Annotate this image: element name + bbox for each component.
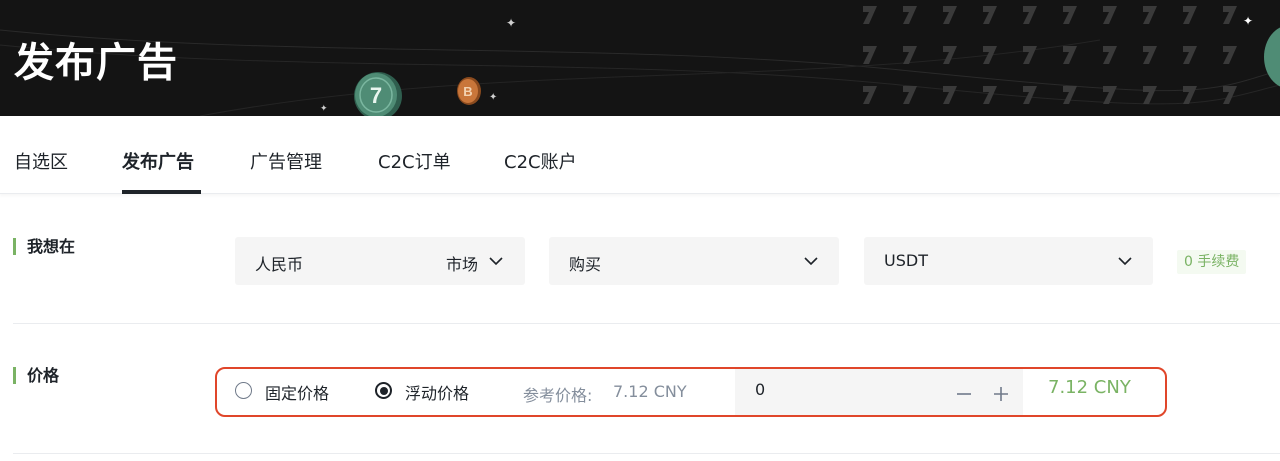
section-divider (13, 323, 1280, 324)
sparkle-icon: ✦ (1243, 14, 1254, 28)
fixed-price-label[interactable]: 固定价格 (265, 380, 329, 404)
tab-watchlist[interactable]: 自选区 (14, 148, 68, 174)
tab-c2c-account[interactable]: C2C账户 (504, 148, 577, 174)
decrement-button[interactable] (955, 384, 973, 402)
asset-value: USDT (884, 251, 928, 270)
trade-side-select[interactable]: 购买 (549, 237, 839, 285)
price-highlight-box (215, 367, 1167, 417)
chevron-down-icon (804, 257, 818, 266)
brand-pattern-decoration (863, 6, 1237, 104)
tab-ad-management[interactable]: 广告管理 (250, 148, 322, 174)
tab-c2c-orders[interactable]: C2C订单 (378, 148, 451, 174)
chevron-down-icon (1118, 257, 1132, 266)
chevron-down-icon (489, 257, 503, 266)
brand-coin-icon: 7 (354, 72, 402, 116)
calculated-price: 7.12 CNY (1048, 377, 1131, 398)
trade-side-value: 购买 (569, 255, 602, 274)
floating-rate-input[interactable] (755, 380, 935, 399)
fiat-currency-value: 人民币 (255, 255, 304, 274)
bitcoin-coin-icon: B (457, 77, 481, 105)
page-title: 发布广告 (14, 40, 178, 86)
want-section-label: 我想在 (13, 237, 75, 257)
section-divider (13, 453, 1280, 454)
fiat-market-select[interactable]: 人民币 市场 (235, 237, 525, 285)
tab-post-ad[interactable]: 发布广告 (122, 148, 194, 174)
sparkle-icon: ✦ (506, 16, 517, 30)
svg-text:7: 7 (370, 83, 382, 108)
floating-price-label[interactable]: 浮动价格 (405, 380, 469, 404)
svg-text:B: B (463, 84, 472, 99)
page-banner: 发布广告 7 B ✦ ✦ ✦ ✦ (0, 0, 1280, 116)
reference-price-label: 参考价格: (523, 386, 593, 405)
price-section-label: 价格 (13, 366, 59, 386)
brand-coin-edge-icon (1264, 27, 1280, 87)
sparkle-icon: ✦ (489, 92, 498, 103)
main-tab-bar: 自选区 发布广告 广告管理 C2C订单 C2C账户 (0, 116, 1280, 194)
reference-price-value: 7.12 CNY (613, 382, 687, 401)
sparkle-icon: ✦ (320, 104, 328, 114)
market-label: 市场 (446, 255, 479, 274)
zero-fee-badge: 0 手续费 (1177, 250, 1247, 274)
increment-button[interactable] (992, 384, 1010, 402)
active-tab-indicator (122, 190, 201, 194)
asset-select[interactable]: USDT (864, 237, 1153, 285)
floating-rate-field (735, 369, 1023, 415)
fixed-price-radio[interactable] (235, 382, 252, 399)
floating-price-radio[interactable] (375, 382, 392, 399)
